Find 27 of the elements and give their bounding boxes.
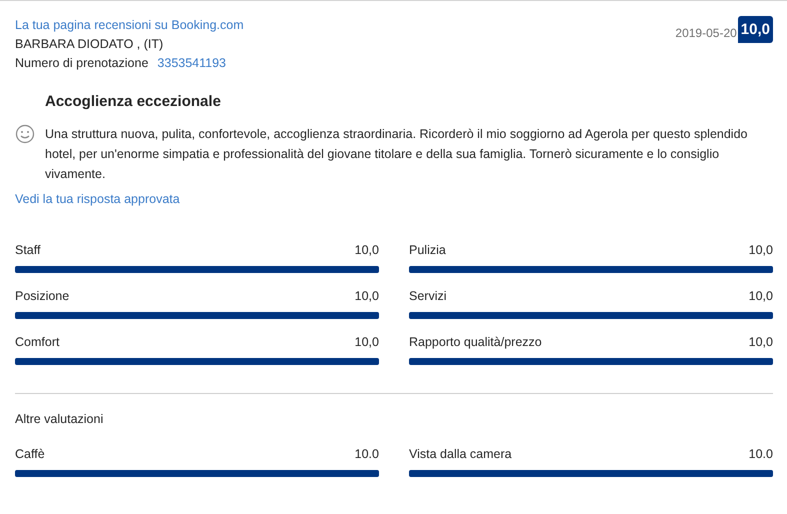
rating-label: Vista dalla camera bbox=[409, 446, 512, 462]
review-date: 2019-05-20 bbox=[675, 26, 737, 40]
response-link[interactable]: Vedi la tua risposta approvata bbox=[15, 192, 180, 206]
guest-name: BARBARA DIODATO , (IT) bbox=[15, 36, 164, 53]
rating-value: 10,0 bbox=[354, 334, 379, 350]
rating-value: 10.0 bbox=[748, 446, 773, 462]
booking-label: Numero di prenotazione bbox=[15, 56, 148, 70]
rating-value: 10,0 bbox=[354, 242, 379, 258]
rating-label: Servizi bbox=[409, 288, 447, 304]
rating-label: Pulizia bbox=[409, 242, 446, 258]
smiley-icon bbox=[15, 124, 35, 144]
rating-label: Rapporto qualità/prezzo bbox=[409, 334, 542, 350]
booking-number-link[interactable]: 3353541193 bbox=[157, 56, 226, 70]
rating-label: Posizione bbox=[15, 288, 70, 304]
review-title: Accoglienza eccezionale bbox=[45, 93, 222, 110]
rating-value: 10,0 bbox=[748, 242, 773, 258]
section-title: Altre valutazioni bbox=[15, 412, 104, 426]
rating-value: 10,0 bbox=[748, 288, 773, 304]
rating-label: Staff bbox=[15, 242, 40, 258]
rating-label: Caffè bbox=[15, 446, 45, 462]
rating-label: Comfort bbox=[15, 334, 60, 350]
rating-value: 10.0 bbox=[354, 446, 379, 462]
score-badge: 10,0 bbox=[738, 16, 773, 43]
review-text: Una struttura nuova, pulita, confortevole, accoglienza straordinaria. Ricorderò il mio soggiorno ad Agerola per questo splendido hotel, per un'enorme simpatia e professionalità del giovane titolare e della sua famiglia. Tornerò sicuramente e lo consiglio vivamente. bbox=[45, 126, 748, 183]
page-link[interactable]: La tua pagina recensioni su Booking.com bbox=[15, 16, 244, 35]
rating-value: 10,0 bbox=[748, 334, 773, 350]
rating-value: 10,0 bbox=[354, 288, 379, 304]
